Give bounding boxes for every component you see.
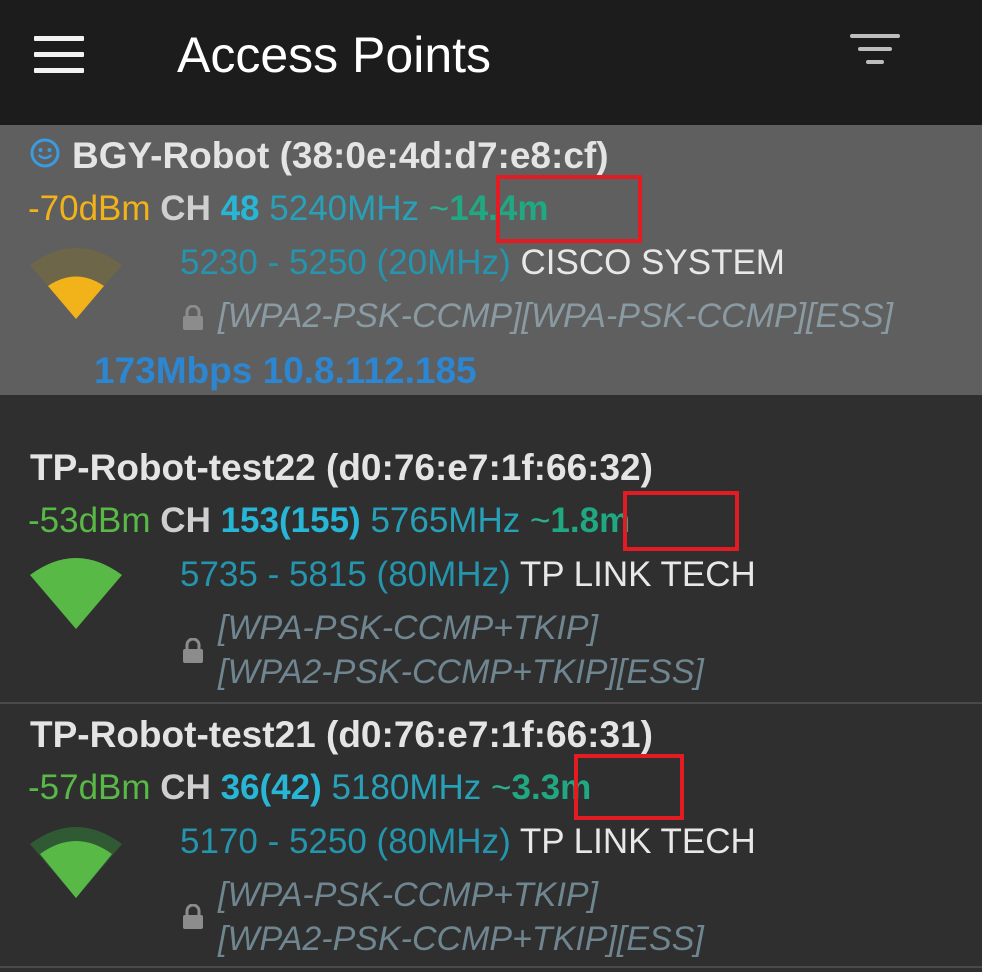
wifi-signal-icon [30, 248, 122, 319]
signal-strength: -70dBm [28, 189, 151, 228]
frequency: 5765MHz [370, 501, 521, 540]
signal-row: -57dBm CH 36(42) 5180MHz ~3.3m [28, 768, 591, 808]
distance-estimate: 1.8m [550, 501, 631, 540]
frequency: 5240MHz [269, 189, 420, 228]
lock-icon [183, 904, 203, 929]
signal-row: -53dBm CH 153(155) 5765MHz ~1.8m [28, 501, 630, 541]
channel-number: 36(42) [220, 768, 322, 807]
ssid-bssid: TP-Robot-test22 (d0:76:e7:1f:66:32) [30, 447, 653, 488]
security-capabilities: [WPA2-PSK-CCMP+TKIP][ESS] [218, 653, 704, 691]
channel-range-row: 5735 - 5815 (80MHz) TP LINK TECH [180, 555, 756, 595]
security-capabilities: [WPA-PSK-CCMP+TKIP] [218, 609, 599, 647]
approx-symbol: ~ [529, 501, 551, 540]
wifi-signal-icon [30, 827, 122, 898]
ssid-bssid: TP-Robot-test21 (d0:76:e7:1f:66:31) [30, 714, 653, 755]
hamburger-menu-icon[interactable] [34, 36, 86, 74]
access-point-item[interactable]: TP-Robot-test22 (d0:76:e7:1f:66:32) -53d… [0, 395, 982, 703]
access-point-item[interactable]: TP-Robot-test21 (d0:76:e7:1f:66:31) -57d… [0, 704, 982, 972]
vendor-name: TP LINK TECH [519, 555, 756, 594]
frequency-range: 5735 - 5815 (80MHz) [180, 555, 511, 594]
filter-icon[interactable] [848, 34, 902, 74]
channel-label: CH [160, 189, 211, 228]
security-capabilities: [WPA2-PSK-CCMP][WPA-PSK-CCMP][ESS] [218, 297, 894, 335]
ssid-bssid: BGY-Robot (38:0e:4d:d7:e8:cf) [72, 135, 609, 176]
channel-number: 153(155) [220, 501, 361, 540]
frequency-range: 5170 - 5250 (80MHz) [180, 822, 511, 861]
smiley-icon [30, 138, 60, 168]
wifi-signal-icon [30, 558, 122, 629]
channel-range-row: 5170 - 5250 (80MHz) TP LINK TECH [180, 822, 756, 862]
approx-symbol: ~ [428, 189, 450, 228]
channel-number: 48 [220, 189, 260, 228]
access-point-item[interactable]: BGY-Robot (38:0e:4d:d7:e8:cf) -70dBm CH … [0, 125, 982, 395]
frequency: 5180MHz [331, 768, 482, 807]
channel-range-row: 5230 - 5250 (20MHz) CISCO SYSTEM [180, 243, 785, 283]
page-title: Access Points [177, 27, 492, 83]
signal-row: -70dBm CH 48 5240MHz ~14.4m [28, 189, 549, 229]
signal-strength: -57dBm [28, 768, 151, 807]
distance-highlight-box [623, 491, 739, 551]
distance-highlight-box [496, 175, 642, 243]
lock-icon [183, 305, 203, 330]
channel-label: CH [160, 768, 211, 807]
link-speed-ip: 173Mbps 10.8.112.185 [94, 350, 477, 391]
channel-label: CH [160, 501, 211, 540]
approx-symbol: ~ [491, 768, 512, 807]
security-capabilities: [WPA-PSK-CCMP+TKIP] [218, 876, 599, 914]
vendor-name: CISCO SYSTEM [520, 243, 785, 282]
lock-icon [183, 638, 203, 663]
security-capabilities: [WPA2-PSK-CCMP+TKIP][ESS] [218, 920, 704, 958]
app-bar: Access Points [0, 0, 982, 125]
vendor-name: TP LINK TECH [519, 822, 756, 861]
list-divider [0, 966, 982, 968]
signal-strength: -53dBm [28, 501, 151, 540]
frequency-range: 5230 - 5250 (20MHz) [180, 243, 511, 282]
distance-highlight-box [574, 754, 684, 820]
